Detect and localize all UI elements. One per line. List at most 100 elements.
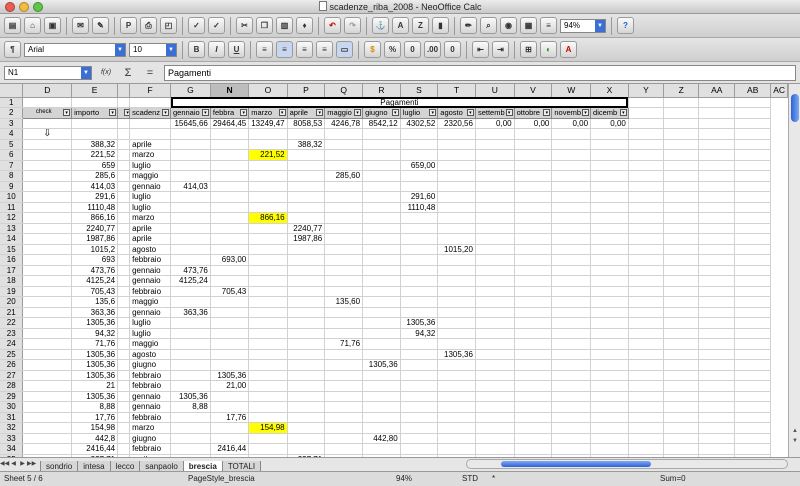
cell[interactable] <box>698 380 736 392</box>
filter-dropdown-icon[interactable]: ▾ <box>109 109 117 116</box>
percent-format-button[interactable]: % <box>384 41 401 58</box>
find-replace-icon[interactable]: ⌕ <box>480 17 497 34</box>
cell[interactable] <box>663 107 700 119</box>
cell[interactable] <box>362 160 401 171</box>
merge-cells-icon[interactable]: ▭ <box>336 41 353 58</box>
header-gennaio[interactable]: gennaio ▾ <box>170 107 211 119</box>
cell[interactable] <box>324 328 364 339</box>
cell[interactable] <box>698 307 736 318</box>
horizontal-scroll-thumb[interactable] <box>501 461 651 467</box>
zoom-combo[interactable]: 94% ▼ <box>560 18 606 33</box>
header-febbra[interactable]: febbra ▾ <box>209 107 250 119</box>
scadenza-cell[interactable]: marzo <box>129 149 171 161</box>
cell[interactable] <box>437 170 476 182</box>
cell[interactable] <box>248 307 288 318</box>
cell[interactable] <box>734 401 772 413</box>
cell[interactable] <box>590 233 629 245</box>
column-header-D[interactable]: D <box>22 84 73 98</box>
cell[interactable] <box>475 359 515 371</box>
cell[interactable] <box>287 338 326 350</box>
cell[interactable] <box>324 223 364 234</box>
cell[interactable] <box>551 307 592 318</box>
cell[interactable] <box>698 359 736 371</box>
cell[interactable] <box>514 433 553 444</box>
cell[interactable] <box>663 265 700 276</box>
cell[interactable] <box>514 328 553 339</box>
total-cell[interactable]: 4246,78 <box>324 118 364 129</box>
cell[interactable] <box>628 107 665 119</box>
decrease-indent-icon[interactable]: ⇤ <box>472 41 489 58</box>
cell[interactable] <box>437 401 476 413</box>
cell[interactable] <box>22 212 73 224</box>
cell[interactable] <box>362 317 401 329</box>
importo-cell[interactable]: 659 <box>71 160 119 171</box>
cell[interactable] <box>22 286 73 297</box>
cell[interactable] <box>117 233 131 245</box>
cell[interactable] <box>22 254 73 266</box>
cell[interactable] <box>362 349 401 360</box>
importo-cell[interactable]: 1305,36 <box>71 349 119 360</box>
payment-cell[interactable]: 1305,36 <box>362 359 401 371</box>
cell[interactable] <box>475 317 515 329</box>
header-ottobre[interactable]: ottobre ▾ <box>513 107 553 119</box>
cell[interactable] <box>248 338 288 350</box>
cell[interactable] <box>22 244 73 255</box>
remove-decimal-button[interactable]: 0 <box>444 41 461 58</box>
cell[interactable] <box>663 307 700 318</box>
cell[interactable] <box>287 212 326 224</box>
cell[interactable] <box>437 223 476 234</box>
cell[interactable] <box>514 443 553 455</box>
cell[interactable] <box>248 223 288 234</box>
cell[interactable] <box>400 265 439 276</box>
cell[interactable] <box>590 296 629 308</box>
cell[interactable] <box>248 160 288 171</box>
cell[interactable] <box>590 443 629 455</box>
cell[interactable] <box>248 443 288 455</box>
cell[interactable] <box>628 338 665 350</box>
cell[interactable] <box>324 349 364 360</box>
header-luglio[interactable]: luglio ▾ <box>399 107 439 119</box>
cell[interactable] <box>590 412 629 423</box>
cell[interactable] <box>590 212 629 224</box>
chevron-down-icon[interactable]: ▼ <box>115 43 125 56</box>
cell[interactable] <box>117 191 131 203</box>
cell[interactable] <box>628 170 665 182</box>
cell[interactable] <box>324 149 364 161</box>
function-wizard-icon[interactable]: f(x) <box>98 66 114 80</box>
importo-cell[interactable]: 21 <box>71 380 119 392</box>
cell[interactable] <box>117 370 131 381</box>
cell[interactable] <box>590 433 629 444</box>
cell[interactable] <box>698 401 736 413</box>
scadenza-cell[interactable]: febbraio <box>129 443 171 455</box>
cell[interactable] <box>170 328 211 339</box>
cell[interactable] <box>734 391 772 402</box>
cell[interactable] <box>170 317 211 329</box>
navigator-icon[interactable]: ◉ <box>500 17 517 34</box>
payment-cell[interactable]: 388,32 <box>287 139 326 150</box>
cell[interactable] <box>734 380 772 392</box>
scadenza-cell[interactable]: febbraio <box>129 286 171 297</box>
cell[interactable] <box>475 443 515 455</box>
cell[interactable] <box>514 254 553 266</box>
cell[interactable] <box>590 160 629 171</box>
cell[interactable] <box>400 254 439 266</box>
row-header[interactable]: 20 <box>0 296 24 308</box>
select-all-corner[interactable] <box>0 84 24 98</box>
cell[interactable] <box>663 401 700 413</box>
cell[interactable] <box>734 233 772 245</box>
importo-cell[interactable]: 1305,36 <box>71 359 119 371</box>
payment-cell[interactable]: 1305,36 <box>437 349 476 360</box>
cell[interactable] <box>210 212 250 224</box>
sheet-tab-lecco[interactable]: lecco <box>109 460 141 472</box>
cell[interactable] <box>400 443 439 455</box>
dropdown-arrow-cell[interactable]: ⇩ <box>22 128 73 140</box>
payment-cell[interactable]: 2416,44 <box>210 443 250 455</box>
cell[interactable] <box>248 139 288 150</box>
cell[interactable] <box>698 443 736 455</box>
cell[interactable] <box>117 317 131 329</box>
filter-dropdown-icon[interactable]: ▾ <box>316 109 324 116</box>
increase-indent-icon[interactable]: ⇥ <box>492 41 509 58</box>
cell[interactable] <box>514 412 553 423</box>
cell[interactable] <box>400 380 439 392</box>
cell[interactable] <box>551 244 592 255</box>
